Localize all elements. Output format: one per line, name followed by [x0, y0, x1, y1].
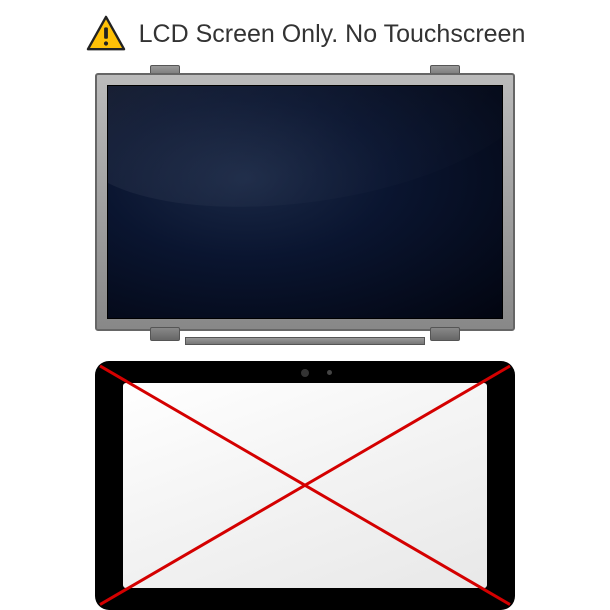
camera-icon: [301, 369, 309, 377]
lcd-mount-tab: [150, 327, 180, 341]
lcd-connector-strip: [185, 337, 425, 345]
lcd-display-surface: [107, 85, 503, 319]
warning-triangle-icon: [85, 15, 127, 53]
touchscreen-illustration: [95, 361, 515, 610]
lcd-gloss-reflection: [107, 85, 503, 234]
sensor-icon: [327, 370, 332, 375]
header-text: LCD Screen Only. No Touchscreen: [139, 20, 526, 49]
header: LCD Screen Only. No Touchscreen: [85, 15, 526, 53]
lcd-mount-tab: [430, 327, 460, 341]
lcd-bezel: [95, 73, 515, 331]
touchscreen-glass: [123, 383, 487, 588]
lcd-screen-illustration: [95, 73, 515, 331]
touchscreen-bezel: [95, 361, 515, 610]
